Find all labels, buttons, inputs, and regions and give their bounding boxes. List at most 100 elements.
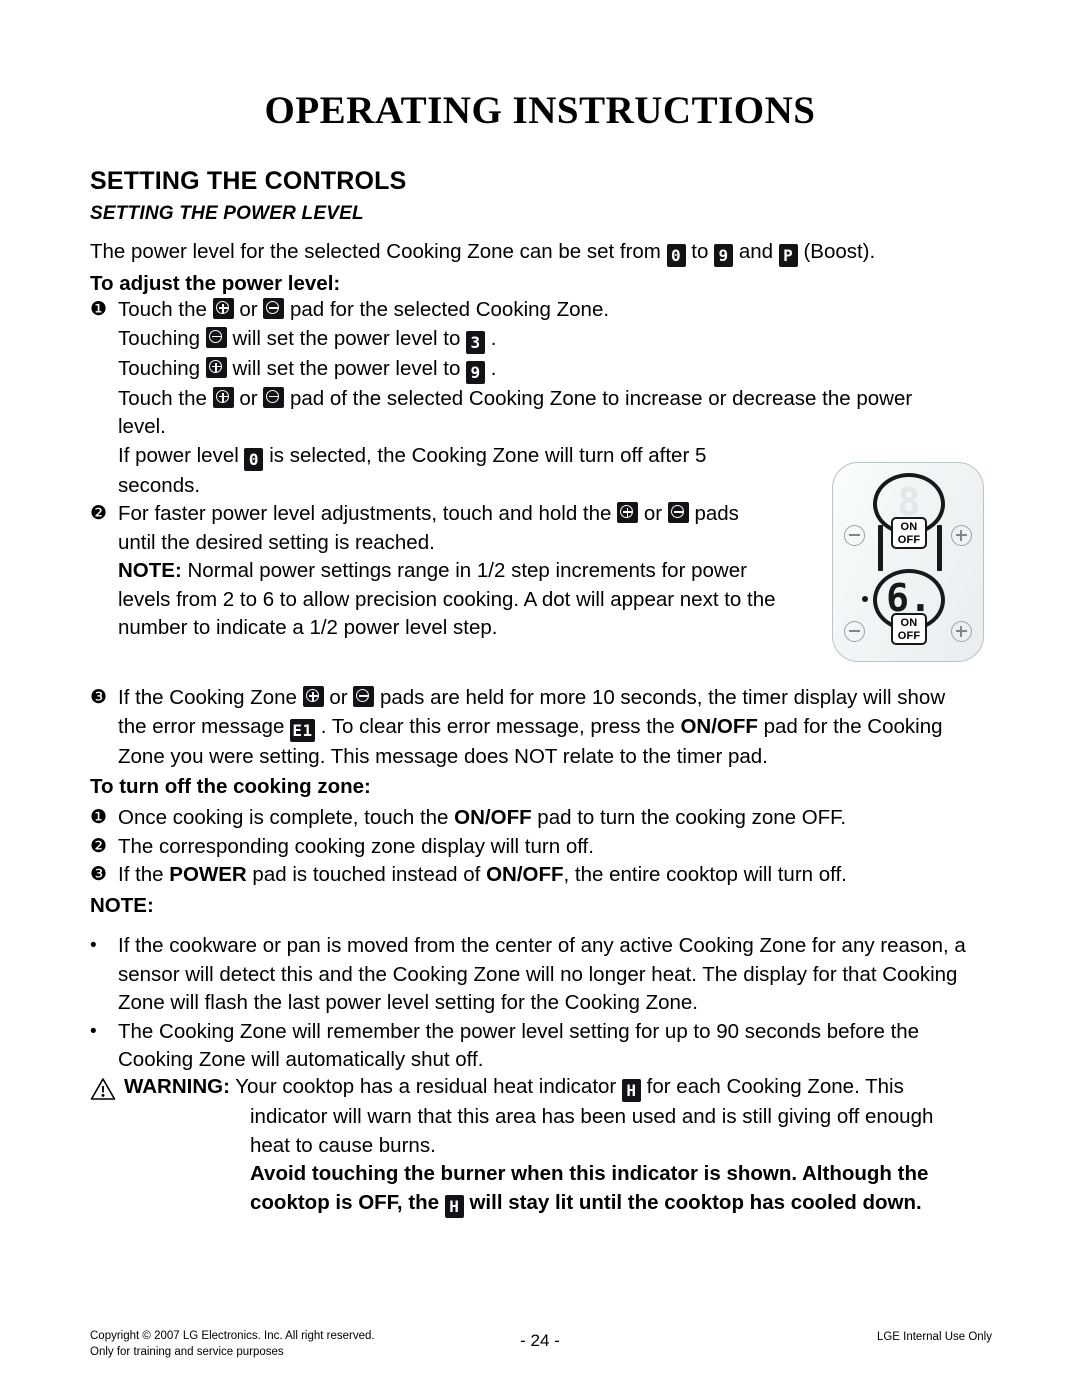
list-item: ❸ If the POWER pad is touched instead of…: [90, 861, 990, 890]
warning-triangle-icon: [90, 1078, 116, 1100]
error-text-a: If the Cooking Zone: [118, 686, 297, 709]
warning-bold-line2-a: cooktop is OFF, the: [250, 1190, 440, 1214]
line4-text-b: or: [239, 386, 258, 410]
line4-text-a: Touch the: [118, 386, 207, 410]
note-label: NOTE:: [118, 559, 182, 582]
warning-line1: WARNING: Your cooktop has a residual hea…: [90, 1073, 990, 1103]
line6-text-a: If power level: [118, 443, 239, 467]
bullet-marker: •: [90, 935, 97, 956]
onoff-bottom-line2: OFF: [897, 630, 921, 642]
error-line2-c: pad for the Cooking: [763, 714, 943, 738]
item1-text-a: Touch the: [118, 298, 207, 321]
seg-residual-heat-icon: H: [444, 1194, 464, 1218]
seg-zero-icon: 0: [244, 447, 264, 471]
plus-pad-icon: [302, 686, 324, 707]
subsection-heading: SETTING THE POWER LEVEL: [90, 203, 364, 224]
minus-pad-icon: [263, 386, 285, 408]
list-item: ❷ The corresponding cooking zone display…: [90, 833, 990, 862]
item2-text-b: or: [643, 502, 663, 525]
list-item: • If the cookware or pan is moved from t…: [90, 932, 990, 961]
warning-line3: heat to cause burns.: [250, 1133, 436, 1157]
plus-pad-icon: [617, 502, 639, 523]
error-line2: the error message E1 . To clear this err…: [90, 713, 990, 743]
turnoff-3-c: , the entire cooktop will turn off.: [563, 863, 847, 886]
list-marker-1: ❶: [90, 299, 108, 320]
minus-pad-top-left-icon[interactable]: [844, 525, 865, 546]
seg-nine-icon: 9: [466, 360, 486, 384]
adjust-heading: To adjust the power level:: [90, 272, 341, 295]
error-text-c: pads are held for more 10 seconds, the t…: [379, 686, 946, 709]
error-text-b: or: [329, 686, 348, 709]
list-item: ❶ Once cooking is complete, touch the ON…: [90, 804, 990, 833]
slider-bar-right: [937, 525, 942, 571]
line2-text-a: Touching: [118, 326, 201, 350]
bullet-1-line-1: If the cookware or pan is moved from the…: [118, 934, 966, 957]
error-line3: Zone you were setting. This message does…: [118, 744, 768, 768]
list-marker-3: ❸: [90, 864, 108, 885]
bullet-marker: •: [90, 1020, 97, 1042]
page-title: OPERATING INSTRUCTIONS: [264, 89, 816, 132]
minus-pad-icon: [667, 502, 689, 523]
list-item: ❸ If the Cooking Zone or pads are held f…: [90, 684, 990, 713]
item1-text-b: or: [239, 298, 258, 321]
line3-text-b: will set the power level to: [232, 356, 461, 380]
turnoff-1-a: Once cooking is complete, touch the: [118, 806, 455, 829]
onoff-bold-label: ON/OFF: [680, 714, 758, 738]
note-section-heading: NOTE:: [90, 893, 154, 917]
line2-text-b: will set the power level to: [232, 326, 461, 350]
warning-bold-line2: cooktop is OFF, the H will stay lit unti…: [90, 1189, 990, 1219]
plus-pad-top-right-icon[interactable]: [951, 525, 972, 546]
minus-pad-icon: [263, 298, 285, 319]
warning-block: WARNING: Your cooktop has a residual hea…: [90, 1073, 990, 1219]
intro-text-2: to: [691, 240, 709, 263]
warning-label: WARNING:: [124, 1075, 230, 1098]
note-line1: Normal power settings range in 1/2 step …: [187, 559, 747, 582]
warning-line2: indicator will warn that this area has b…: [250, 1105, 934, 1128]
turnoff-3-b: pad is touched instead of: [246, 863, 487, 886]
seg-nine-icon: 9: [714, 244, 734, 267]
turnoff-1-b: pad to turn the cooking zone OFF.: [531, 806, 847, 829]
onoff-bold-label: ON/OFF: [454, 806, 532, 829]
error-line2-a: the error message: [118, 714, 285, 738]
increase-decrease-line: Touch the or pad of the selected Cooking…: [90, 385, 990, 414]
line5: level.: [118, 415, 166, 438]
half-step-dot-icon: [862, 596, 868, 602]
turn-off-instructions: ❶ Once cooking is complete, touch the ON…: [90, 804, 990, 920]
onoff-pad-top[interactable]: ON OFF: [891, 517, 927, 549]
plus-pad-bottom-right-icon[interactable]: [951, 621, 972, 642]
error-message-instructions: ❸ If the Cooking Zone or pads are held f…: [90, 684, 990, 802]
warning-line1-a: Your cooktop has a residual heat indicat…: [235, 1075, 617, 1098]
cooktop-control-panel-illustration: 8 ON OFF 6. ON OFF: [832, 462, 984, 662]
onoff-top-line1: ON: [900, 521, 918, 533]
line4-text-c: pad of the selected Cooking Zone to incr…: [289, 386, 913, 410]
bullet-2-line-2: Cooking Zone will automatically shut off…: [118, 1048, 484, 1071]
seg-boost-icon: P: [778, 244, 798, 267]
document-page: OPERATING INSTRUCTIONS SETTING THE CONTR…: [0, 0, 1080, 1399]
line6-text-b: is selected, the Cooking Zone will turn …: [269, 443, 707, 467]
warning-bold-line2-b: will stay lit until the cooktop has cool…: [469, 1190, 922, 1214]
line3-text-a: Touching: [118, 356, 201, 380]
power-bold-label: POWER: [169, 863, 247, 886]
item2-text-a: For faster power level adjustments, touc…: [118, 502, 612, 525]
minus-pad-bottom-left-icon[interactable]: [844, 621, 865, 642]
intro-text-1: The power level for the selected Cooking…: [90, 240, 661, 263]
seg-three-icon: 3: [466, 330, 486, 354]
plus-pad-icon: [212, 298, 234, 319]
list-marker-2: ❷: [90, 835, 108, 857]
bullet-1-line-2: sensor will detect this and the Cooking …: [118, 962, 958, 986]
minus-pad-icon: [205, 326, 227, 348]
onoff-top-line2: OFF: [897, 534, 921, 546]
section-heading: SETTING THE CONTROLS: [90, 167, 407, 195]
turnoff-2-a: The corresponding cooking zone display w…: [118, 834, 594, 858]
item2-text-c: pads: [694, 502, 739, 525]
list-marker-3: ❸: [90, 687, 108, 708]
error-line2-b: . To clear this error message, press the: [320, 714, 675, 738]
intro-text-4: (Boost).: [803, 240, 876, 263]
bullet-1-line-3: Zone will flash the last power level set…: [118, 991, 698, 1014]
warning-bold-line1: Avoid touching the burner when this indi…: [250, 1162, 929, 1185]
intro-paragraph: The power level for the selected Cooking…: [90, 238, 990, 299]
intro-line: The power level for the selected Cooking…: [90, 238, 990, 268]
intro-text-3: and: [738, 240, 774, 263]
line3-text-end: .: [490, 356, 497, 380]
onoff-pad-bottom[interactable]: ON OFF: [891, 613, 927, 645]
